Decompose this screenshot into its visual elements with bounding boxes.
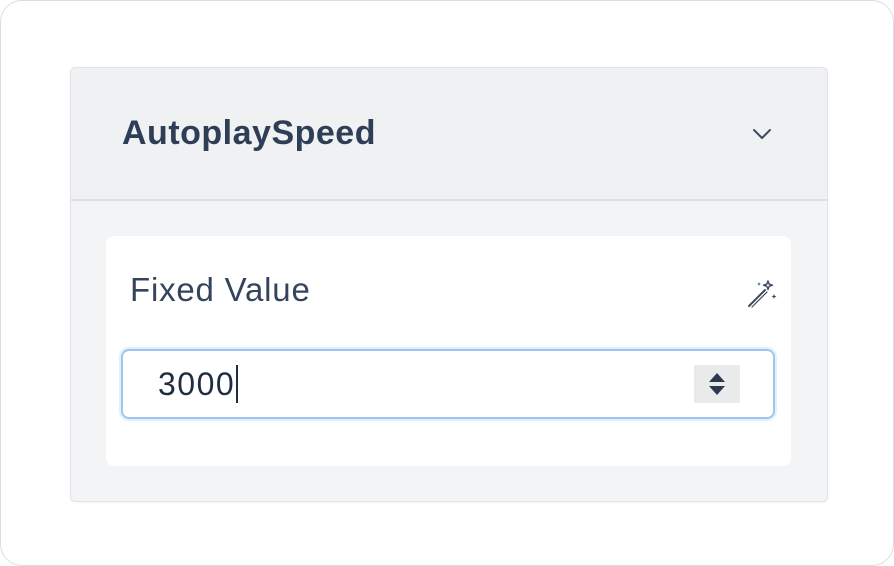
field-card: Fixed Value 3000: [106, 236, 791, 466]
fixed-value-input[interactable]: 3000: [121, 349, 775, 419]
field-label: Fixed Value: [130, 271, 311, 308]
panel-title: AutoplaySpeed: [122, 114, 376, 152]
text-caret: [236, 365, 239, 403]
input-value: 3000: [158, 365, 239, 403]
chevron-down-icon[interactable]: [751, 123, 773, 145]
window-frame: AutoplaySpeed Fixed Value 3000: [0, 0, 894, 566]
panel-header[interactable]: AutoplaySpeed: [71, 68, 827, 201]
settings-panel: AutoplaySpeed Fixed Value 3000: [70, 67, 828, 502]
input-value-text: 3000: [158, 366, 236, 402]
up-down-arrows-icon[interactable]: [694, 365, 740, 403]
magic-wand-icon[interactable]: [743, 276, 779, 312]
